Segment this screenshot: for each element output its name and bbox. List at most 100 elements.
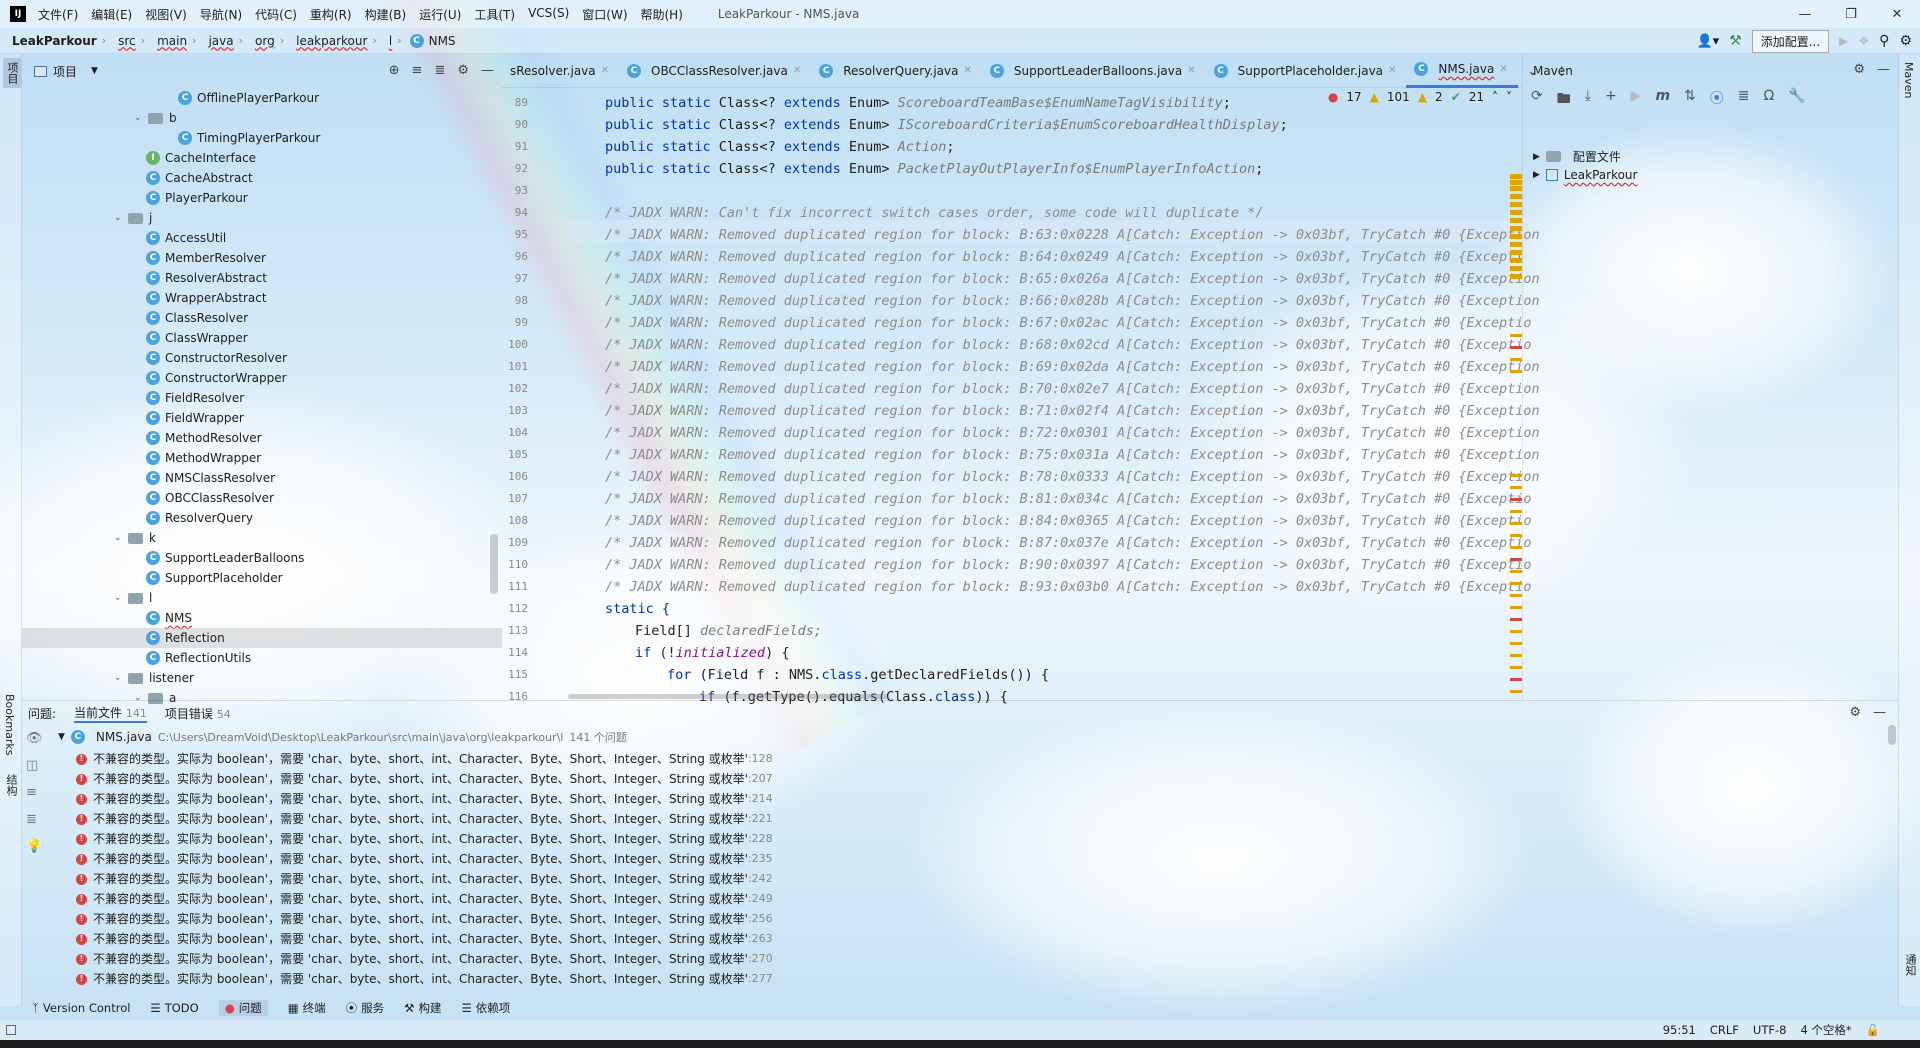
tree-folder[interactable]: ⌄ b	[134, 108, 177, 128]
tree-folder[interactable]: ⌄ j	[114, 208, 152, 228]
build-button[interactable]: ⚒ 构建	[404, 1000, 441, 1016]
error-stripe-marker[interactable]	[1510, 558, 1522, 561]
hide-panel-icon[interactable]: —	[481, 63, 494, 78]
error-stripe-marker[interactable]	[1510, 546, 1522, 549]
close-icon[interactable]: ✕	[601, 65, 609, 76]
menu-item[interactable]: VCS(S)	[528, 6, 569, 23]
tree-class[interactable]: C FieldResolver	[146, 388, 244, 408]
expand-all-icon[interactable]: ≡	[412, 63, 423, 78]
reload-icon[interactable]: ⟳	[1531, 88, 1543, 112]
project-stripe-button[interactable]: 项目	[3, 58, 21, 88]
tree-class[interactable]: C ReflectionUtils	[146, 648, 251, 668]
debug-icon[interactable]: ❖	[1858, 34, 1869, 48]
chevron-down-icon[interactable]: ⌄	[134, 108, 148, 128]
download-icon[interactable]: ⤓	[1585, 88, 1591, 112]
minimize-button[interactable]: —	[1782, 0, 1828, 28]
close-icon[interactable]: ✕	[1499, 64, 1507, 75]
tree-class[interactable]: C FieldWrapper	[146, 408, 244, 428]
chevron-down-icon[interactable]: ˅	[1506, 90, 1512, 104]
tree-class[interactable]: C ResolverAbstract	[146, 268, 267, 288]
error-stripe-marker[interactable]	[1510, 690, 1522, 693]
error-stripe-marker[interactable]	[1510, 346, 1522, 349]
problem-row[interactable]: ! 不兼容的类型。实际为 boolean'，需要 'char、byte、short…	[76, 929, 773, 949]
chevron-down-icon[interactable]: ⌄	[114, 208, 128, 228]
error-stripe-marker[interactable]	[1510, 510, 1522, 513]
error-stripe-marker[interactable]	[1510, 234, 1522, 239]
error-stripe-marker[interactable]	[1510, 202, 1522, 207]
collapse-all-icon[interactable]: ≣	[1738, 88, 1750, 112]
settings-gear-icon[interactable]: ⚙	[1899, 33, 1912, 49]
tab-project-errors[interactable]: 项目错误 54	[165, 705, 231, 722]
error-stripe-marker[interactable]	[1510, 210, 1522, 215]
indent-setting[interactable]: 4 个空格*	[1800, 1022, 1851, 1038]
error-stripe-marker[interactable]	[1510, 654, 1522, 657]
error-stripe-marker[interactable]	[1510, 226, 1522, 231]
editor-horizontal-scrollbar[interactable]	[568, 694, 888, 699]
maven-project-node[interactable]: ▶ LeakParkour	[1533, 168, 1637, 182]
file-encoding[interactable]: UTF-8	[1753, 1023, 1787, 1037]
add-configuration-button[interactable]: 添加配置...	[1751, 29, 1830, 53]
chevron-down-icon[interactable]: ⌄	[114, 668, 128, 688]
lightbulb-icon[interactable]: 💡	[26, 839, 43, 854]
caret-position[interactable]: 95:51	[1663, 1023, 1696, 1037]
preview-icon[interactable]: ◫	[26, 758, 43, 773]
error-stripe-marker[interactable]	[1510, 486, 1522, 489]
error-stripe-marker[interactable]	[1510, 498, 1522, 501]
plus-icon[interactable]: +	[1605, 88, 1617, 112]
tree-class[interactable]: C CacheAbstract	[146, 168, 253, 188]
menu-item[interactable]: 视图(V)	[145, 6, 187, 23]
error-stripe-marker[interactable]	[1510, 194, 1522, 199]
chevron-up-icon[interactable]: ˄	[1492, 90, 1498, 104]
error-stripe-marker[interactable]	[1510, 334, 1522, 337]
breadcrumb-item[interactable]: l	[377, 34, 392, 48]
tree-class[interactable]: C ClassWrapper	[146, 328, 248, 348]
tree-class[interactable]: C ConstructorResolver	[146, 348, 287, 368]
eye-icon[interactable]: 👁	[26, 731, 43, 746]
line-separator[interactable]: CRLF	[1710, 1023, 1739, 1037]
project-scrollbar[interactable]	[490, 534, 498, 594]
error-stripe-marker[interactable]	[1510, 370, 1522, 373]
error-stripe-marker[interactable]	[1510, 594, 1522, 597]
editor-tab[interactable]: sResolver.java ✕	[502, 54, 619, 88]
editor-tab[interactable]: C ResolverQuery.java ✕	[811, 54, 982, 88]
locate-icon[interactable]: ⊕	[389, 63, 400, 78]
error-stripe-marker[interactable]	[1510, 218, 1522, 223]
skip-tests-icon[interactable]: ⦿	[1710, 88, 1724, 112]
error-stripe-marker[interactable]	[1510, 606, 1522, 609]
error-stripe-marker[interactable]	[1510, 358, 1522, 361]
menu-item[interactable]: 代码(C)	[255, 6, 297, 23]
tree-class[interactable]: C ResolverQuery	[146, 508, 253, 528]
error-stripe-marker[interactable]	[1510, 174, 1522, 179]
add-maven-project-icon[interactable]: 🖿	[1557, 88, 1571, 112]
menu-item[interactable]: 构建(B)	[365, 6, 407, 23]
problems-button[interactable]: ● 问题	[218, 1000, 268, 1016]
structure-stripe-button[interactable]: 结构	[3, 774, 19, 796]
tree-class[interactable]: C ClassResolver	[146, 308, 248, 328]
problem-row[interactable]: ! 不兼容的类型。实际为 boolean'，需要 'char、byte、short…	[76, 849, 773, 869]
tree-class[interactable]: C WrapperAbstract	[146, 288, 267, 308]
close-icon[interactable]: ✕	[1187, 65, 1195, 76]
project-view-selector[interactable]: 项目	[53, 63, 77, 80]
chevron-down-icon[interactable]: ▼	[91, 66, 98, 76]
collapse-all-icon[interactable]: ≣	[26, 812, 43, 827]
breadcrumb-item[interactable]: src	[106, 34, 136, 48]
close-icon[interactable]: ✕	[793, 65, 801, 76]
chevron-down-icon[interactable]: ⌄	[114, 528, 128, 548]
tree-class[interactable]: C ConstructorWrapper	[146, 368, 287, 388]
problem-row[interactable]: ! 不兼容的类型。实际为 boolean'，需要 'char、byte、short…	[76, 769, 773, 789]
maximize-button[interactable]: ❐	[1828, 0, 1874, 28]
error-stripe-marker[interactable]	[1510, 186, 1522, 191]
tree-class[interactable]: C OfflinePlayerParkour	[178, 88, 319, 108]
error-stripe-marker[interactable]	[1510, 250, 1522, 255]
problem-row[interactable]: ! 不兼容的类型。实际为 boolean'，需要 'char、byte、short…	[76, 949, 773, 969]
close-icon[interactable]: ✕	[963, 65, 971, 76]
error-stripe[interactable]	[1508, 174, 1522, 734]
editor-tab[interactable]: C SupportLeaderBalloons.java ✕	[982, 54, 1206, 88]
error-stripe-marker[interactable]	[1510, 534, 1522, 537]
show-dependencies-icon[interactable]: Ω	[1764, 88, 1775, 112]
maven-goal-icon[interactable]: m	[1655, 88, 1670, 112]
tree-class[interactable]: C MemberResolver	[146, 248, 266, 268]
error-stripe-marker[interactable]	[1510, 678, 1522, 681]
hide-panel-icon[interactable]: —	[1877, 62, 1890, 77]
version-control-button[interactable]: ᛉ Version Control	[32, 1001, 130, 1015]
